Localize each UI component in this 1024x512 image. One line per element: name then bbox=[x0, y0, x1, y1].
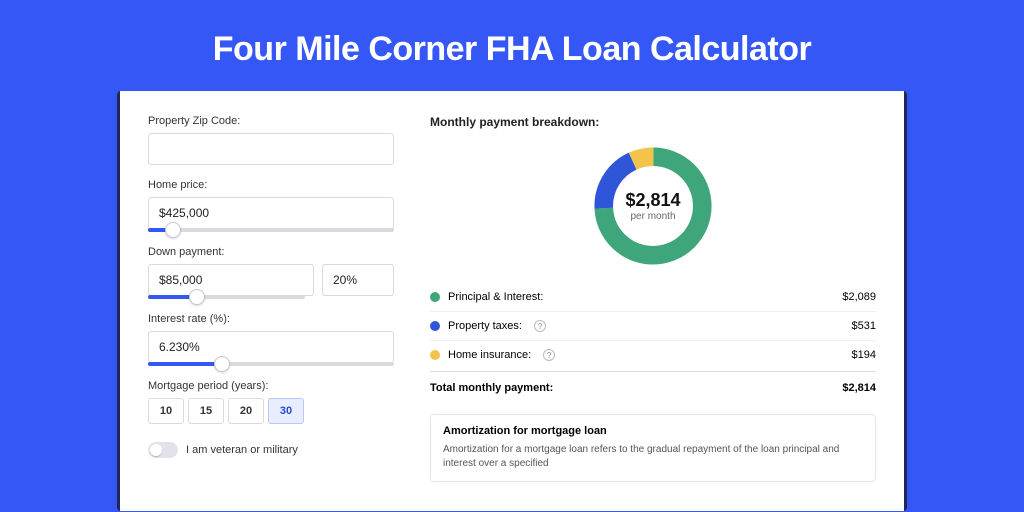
breakdown-value: $531 bbox=[852, 320, 876, 332]
zip-label: Property Zip Code: bbox=[148, 115, 394, 127]
interest-rate-row: Interest rate (%): bbox=[148, 313, 394, 366]
period-row: Mortgage period (years): 10152030 bbox=[148, 380, 394, 424]
veteran-row: I am veteran or military bbox=[148, 442, 394, 458]
legend-dot bbox=[430, 321, 440, 331]
period-button-20[interactable]: 20 bbox=[228, 398, 264, 424]
home-price-slider[interactable] bbox=[148, 228, 394, 232]
breakdown-label: Home insurance: bbox=[448, 349, 531, 361]
card-shadow: Property Zip Code: Home price: Down paym… bbox=[117, 91, 907, 511]
period-button-30[interactable]: 30 bbox=[268, 398, 304, 424]
home-price-input[interactable] bbox=[148, 197, 394, 229]
breakdown-label: Property taxes: bbox=[448, 320, 522, 332]
period-button-15[interactable]: 15 bbox=[188, 398, 224, 424]
zip-field-row: Property Zip Code: bbox=[148, 115, 394, 165]
breakdown-label: Principal & Interest: bbox=[448, 291, 543, 303]
down-payment-label: Down payment: bbox=[148, 246, 394, 258]
legend-dot bbox=[430, 350, 440, 360]
donut-center: $2,814 per month bbox=[588, 141, 718, 271]
breakdown-title: Monthly payment breakdown: bbox=[430, 115, 876, 129]
interest-rate-slider-fill bbox=[148, 362, 222, 366]
breakdown-row-left: Home insurance:? bbox=[430, 349, 555, 361]
inputs-panel: Property Zip Code: Home price: Down paym… bbox=[148, 115, 394, 511]
down-payment-amount-input[interactable] bbox=[148, 264, 314, 296]
donut-chart-wrap: $2,814 per month bbox=[430, 135, 876, 283]
breakdown-row-left: Principal & Interest: bbox=[430, 291, 543, 303]
page-title: Four Mile Corner FHA Loan Calculator bbox=[0, 0, 1024, 91]
down-payment-slider[interactable] bbox=[148, 295, 305, 299]
breakdown-value: $194 bbox=[852, 349, 876, 361]
donut-sub: per month bbox=[630, 211, 675, 222]
amortization-title: Amortization for mortgage loan bbox=[443, 425, 863, 437]
interest-rate-label: Interest rate (%): bbox=[148, 313, 394, 325]
legend-dot bbox=[430, 292, 440, 302]
breakdown-row-left: Property taxes:? bbox=[430, 320, 546, 332]
down-payment-row: Down payment: bbox=[148, 246, 394, 299]
amortization-text: Amortization for a mortgage loan refers … bbox=[443, 443, 863, 471]
donut-amount: $2,814 bbox=[625, 190, 680, 211]
zip-input[interactable] bbox=[148, 133, 394, 165]
amortization-box: Amortization for mortgage loan Amortizat… bbox=[430, 414, 876, 482]
period-buttons: 10152030 bbox=[148, 398, 394, 424]
results-panel: Monthly payment breakdown: $2,814 per mo… bbox=[430, 115, 876, 511]
total-row: Total monthly payment: $2,814 bbox=[430, 371, 876, 402]
calculator-card: Property Zip Code: Home price: Down paym… bbox=[120, 91, 904, 511]
donut-chart: $2,814 per month bbox=[588, 141, 718, 271]
home-price-slider-thumb[interactable] bbox=[165, 222, 181, 238]
down-payment-slider-thumb[interactable] bbox=[189, 289, 205, 305]
interest-rate-input[interactable] bbox=[148, 331, 394, 363]
period-label: Mortgage period (years): bbox=[148, 380, 394, 392]
breakdown-row: Principal & Interest: $2,089 bbox=[430, 283, 876, 311]
info-icon[interactable]: ? bbox=[534, 320, 546, 332]
veteran-toggle[interactable] bbox=[148, 442, 178, 458]
interest-rate-slider-thumb[interactable] bbox=[214, 356, 230, 372]
down-payment-percent-input[interactable] bbox=[322, 264, 394, 296]
breakdown-row: Property taxes:? $531 bbox=[430, 311, 876, 340]
total-value: $2,814 bbox=[842, 382, 876, 394]
home-price-row: Home price: bbox=[148, 179, 394, 232]
total-label: Total monthly payment: bbox=[430, 382, 553, 394]
breakdown-value: $2,089 bbox=[842, 291, 876, 303]
period-button-10[interactable]: 10 bbox=[148, 398, 184, 424]
breakdown-list: Principal & Interest: $2,089 Property taxe… bbox=[430, 283, 876, 369]
veteran-toggle-knob bbox=[150, 444, 162, 456]
info-icon[interactable]: ? bbox=[543, 349, 555, 361]
interest-rate-slider[interactable] bbox=[148, 362, 394, 366]
home-price-label: Home price: bbox=[148, 179, 394, 191]
veteran-label: I am veteran or military bbox=[186, 444, 298, 456]
breakdown-row: Home insurance:? $194 bbox=[430, 340, 876, 369]
